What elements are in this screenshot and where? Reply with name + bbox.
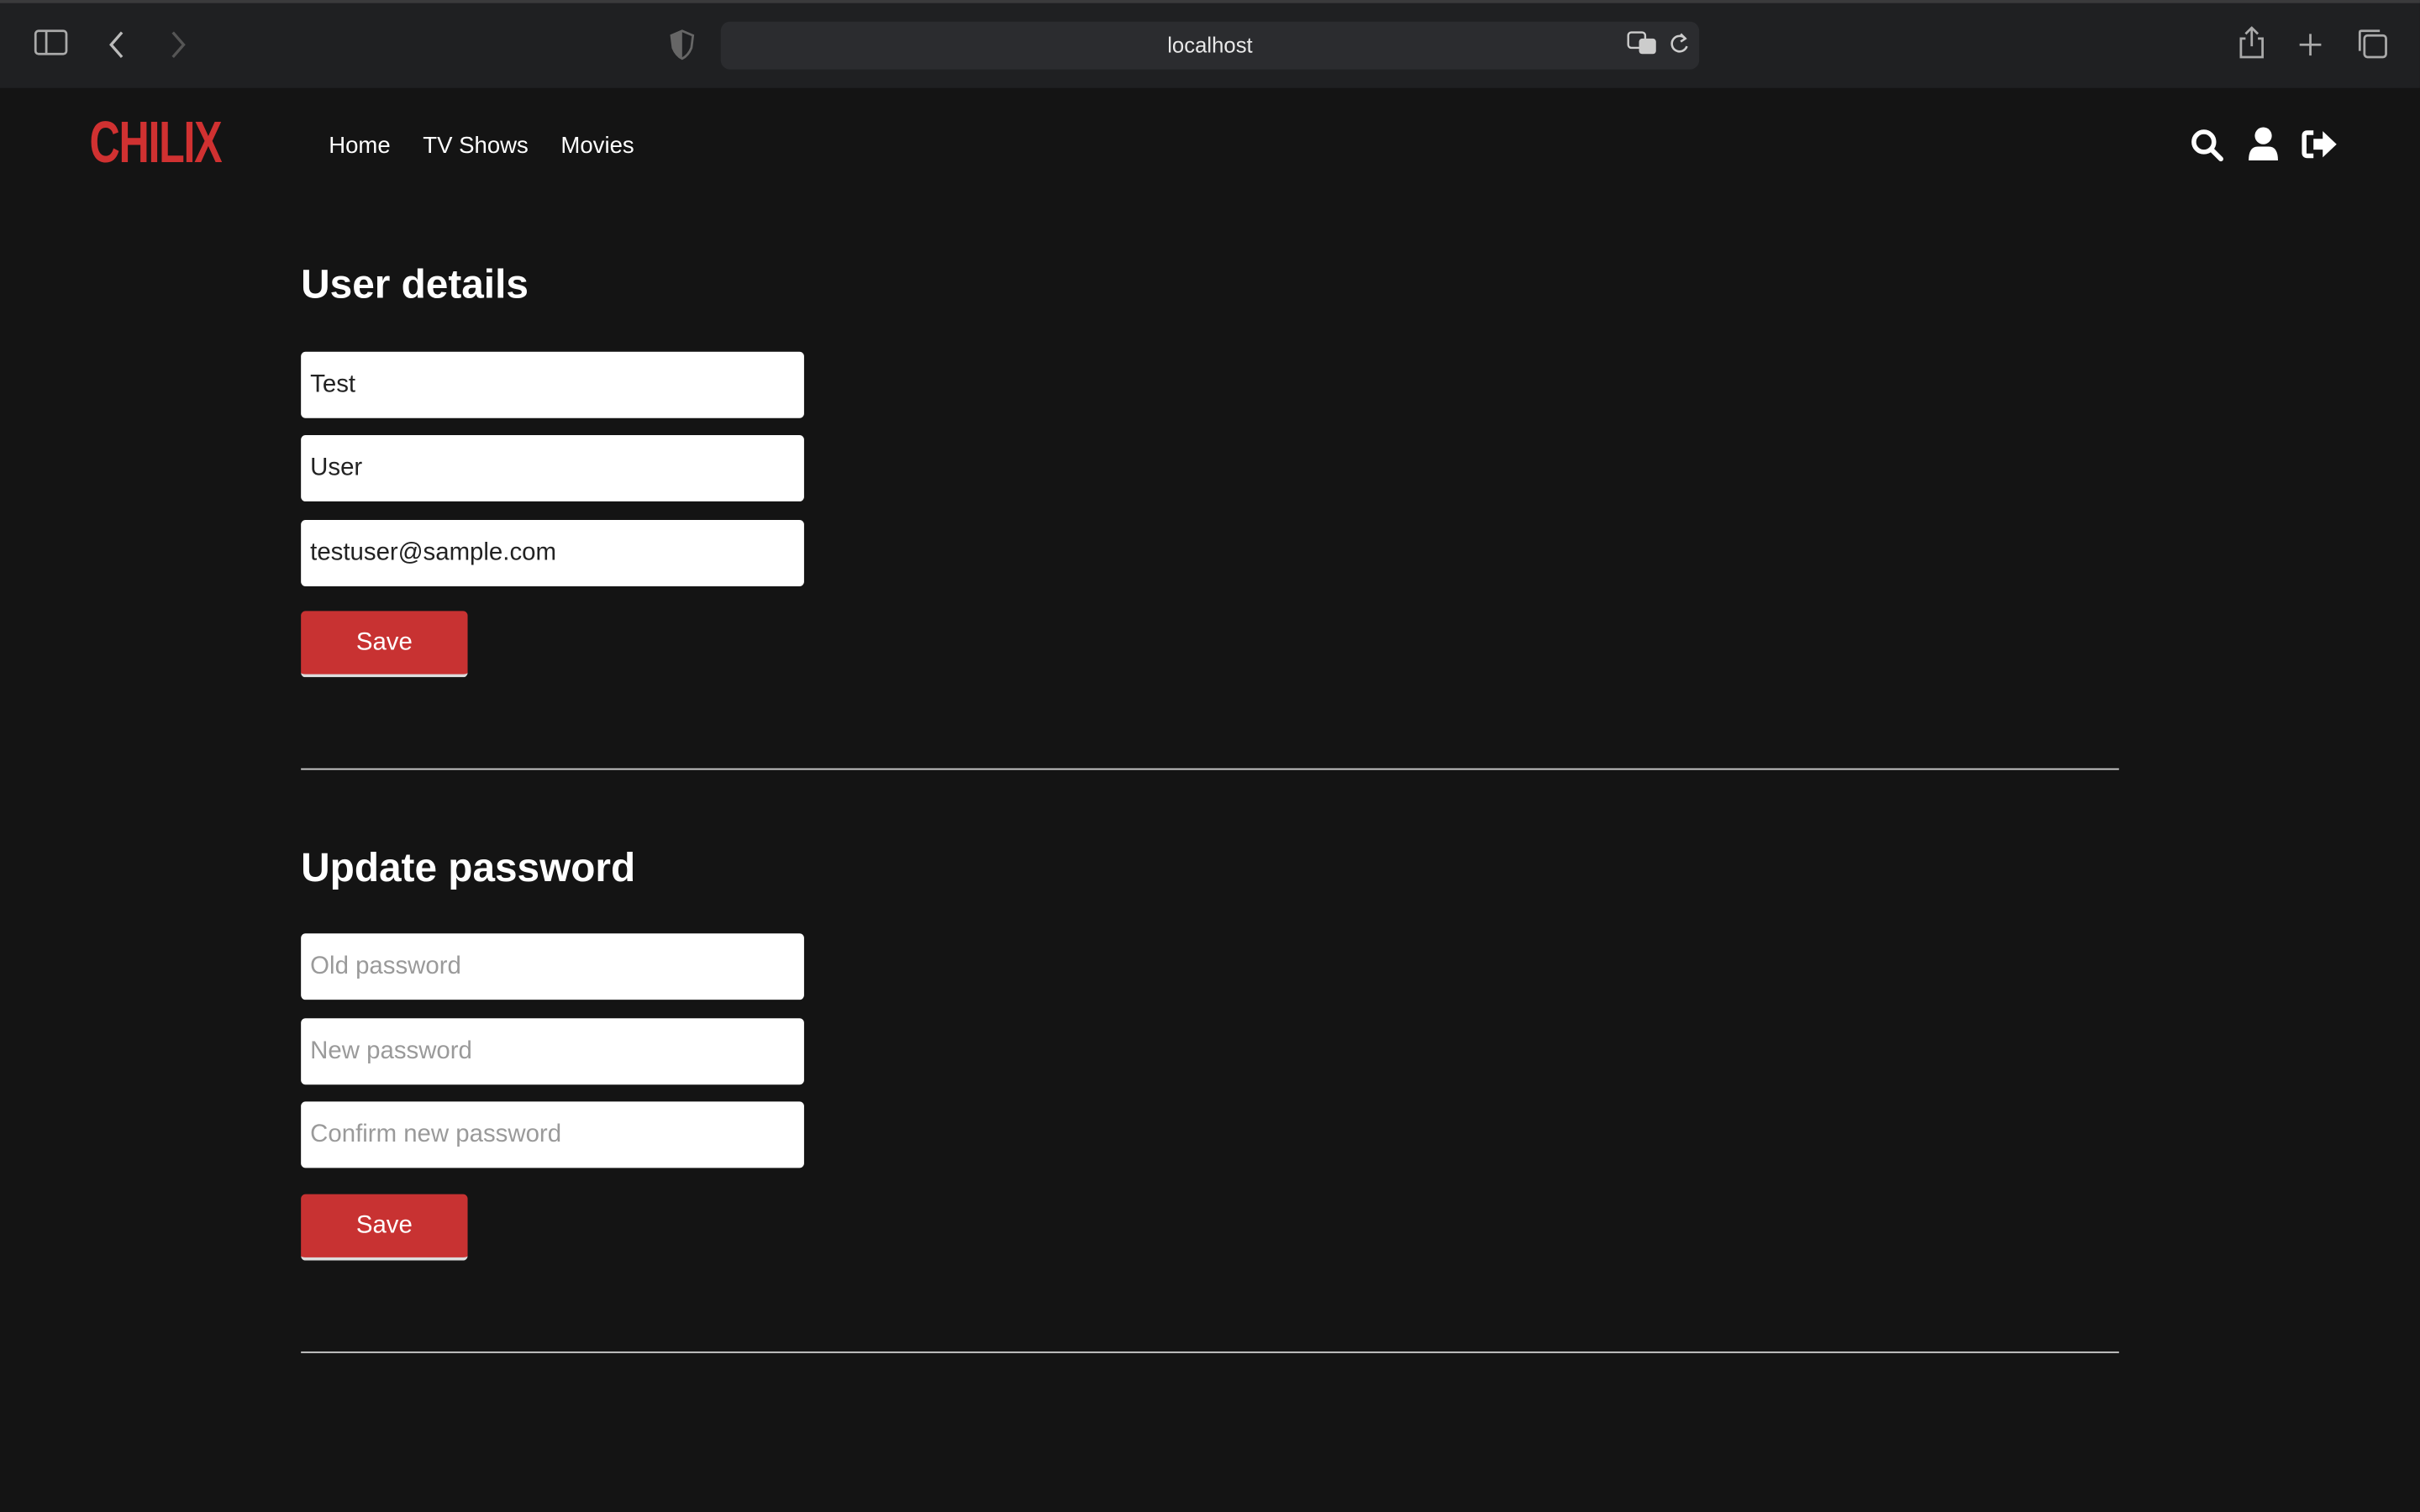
reload-icon[interactable] (1668, 33, 1690, 57)
email-input[interactable] (301, 519, 804, 586)
page: localhost CHILIX Home TV Shows Movies Us… (0, 0, 2420, 1512)
divider (301, 768, 2119, 770)
search-icon[interactable] (2190, 128, 2225, 163)
new-password-input[interactable] (301, 1018, 804, 1085)
last-name-input[interactable] (301, 434, 804, 501)
save-password-button[interactable]: Save (301, 1194, 468, 1261)
nav-tv-shows[interactable]: TV Shows (423, 133, 529, 159)
user-details-heading: User details (301, 260, 529, 307)
translate-icon[interactable] (1627, 31, 1658, 55)
new-tab-icon[interactable] (2298, 33, 2323, 57)
url-text: localhost (1167, 32, 1253, 57)
logo[interactable]: CHILIX (90, 111, 223, 177)
main-nav: Home TV Shows Movies (329, 133, 634, 159)
nav-home[interactable]: Home (329, 133, 390, 159)
share-icon[interactable] (2238, 26, 2265, 60)
address-bar[interactable]: localhost (720, 21, 1700, 70)
update-password-heading: Update password (301, 843, 636, 890)
browser-toolbar: localhost (0, 0, 2420, 88)
tabs-overview-icon[interactable] (2357, 28, 2390, 60)
first-name-input[interactable] (301, 351, 804, 418)
save-user-details-button[interactable]: Save (301, 611, 468, 678)
logout-icon[interactable] (2302, 128, 2338, 160)
confirm-password-input[interactable] (301, 1101, 804, 1168)
sidebar-icon[interactable] (34, 29, 68, 57)
divider (301, 1351, 2119, 1353)
shield-icon[interactable] (670, 29, 695, 60)
nav-movies[interactable]: Movies (560, 133, 634, 159)
user-icon[interactable] (2247, 127, 2280, 162)
old-password-input[interactable] (301, 933, 804, 1000)
back-icon[interactable] (108, 29, 127, 60)
forward-icon[interactable] (168, 29, 187, 60)
